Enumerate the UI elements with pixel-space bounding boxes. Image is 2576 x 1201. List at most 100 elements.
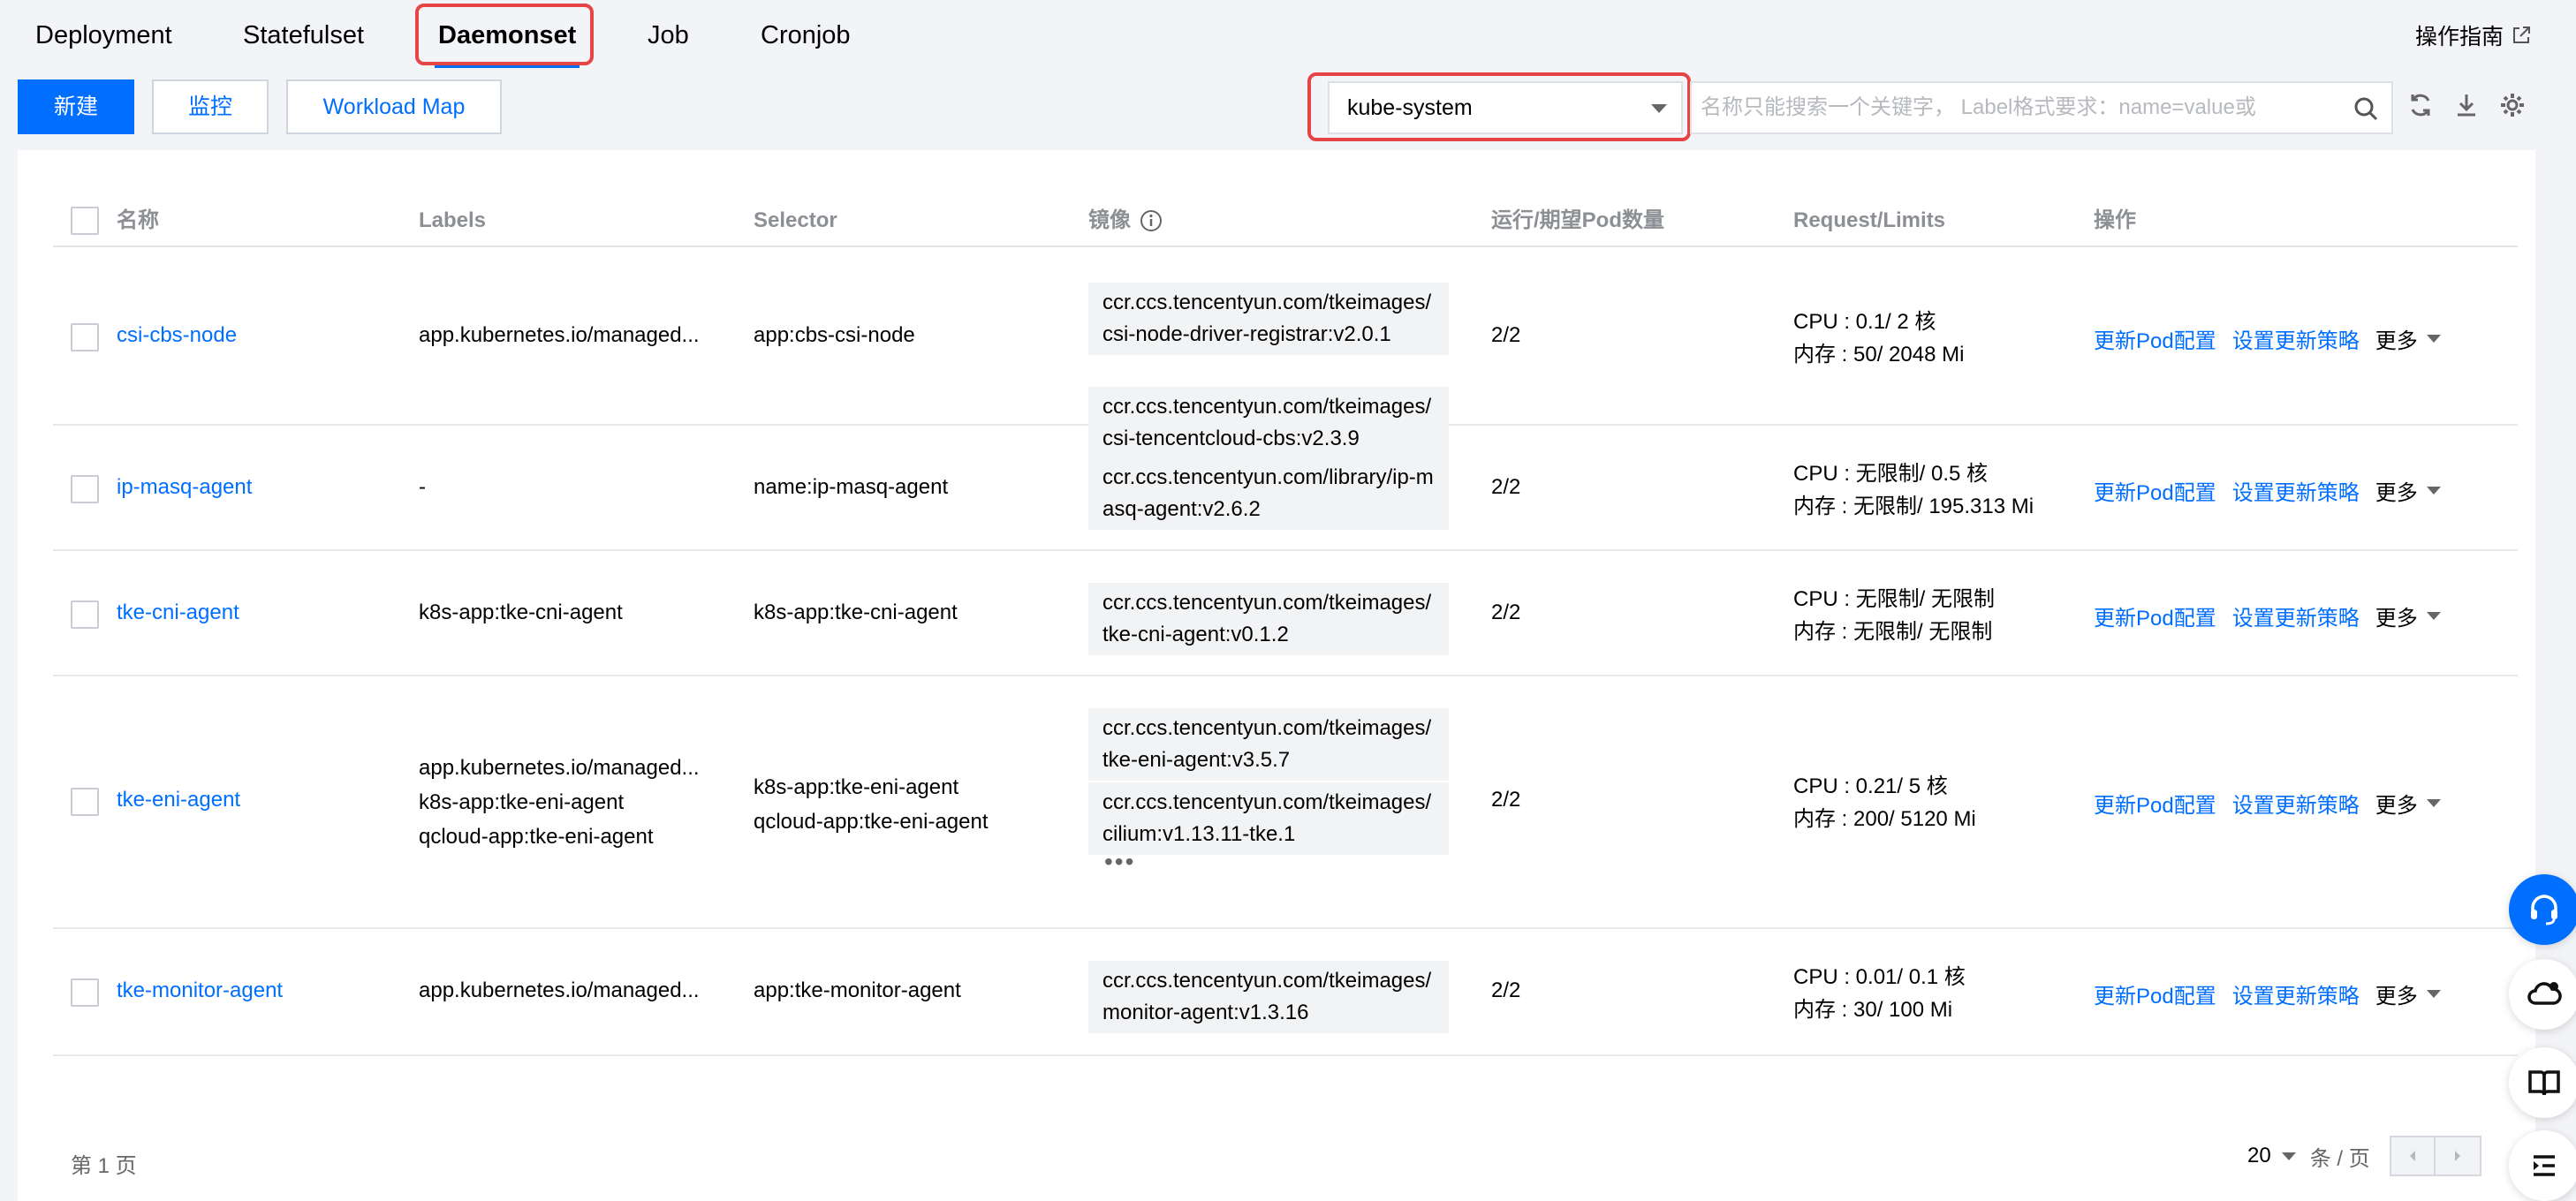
workload-name-link[interactable]: tke-monitor-agent bbox=[117, 978, 283, 1003]
info-icon[interactable] bbox=[1140, 209, 1163, 232]
update-pod-link[interactable]: 更新Pod配置 bbox=[2094, 600, 2216, 631]
workload-name-link[interactable]: tke-cni-agent bbox=[117, 600, 239, 625]
image-value: ccr.ccs.tencentyun.com/tkeimages/monitor… bbox=[1088, 961, 1449, 1033]
headset-icon bbox=[2531, 895, 2557, 925]
workload-tabs: Deployment Statefulset Daemonset Job Cro… bbox=[0, 0, 2576, 71]
row-actions: 更新Pod配置 设置更新策略 更多 bbox=[2094, 788, 2441, 819]
pod-count: 2/2 bbox=[1491, 323, 1521, 347]
labels-value: app.kubernetes.io/managed... bbox=[419, 323, 700, 347]
cpu-value: CPU : 0.1/ 2 核 bbox=[1793, 310, 1936, 334]
search-icon[interactable] bbox=[2352, 95, 2379, 122]
tab-deployment[interactable]: Deployment bbox=[35, 0, 172, 71]
more-dropdown[interactable]: 更多 bbox=[2375, 323, 2441, 354]
search-box bbox=[1690, 81, 2393, 134]
create-button[interactable]: 新建 bbox=[18, 79, 134, 134]
table-row: tke-monitor-agent app.kubernetes.io/mana… bbox=[53, 929, 2518, 1056]
namespace-select[interactable]: kube-system bbox=[1328, 81, 1683, 134]
more-images-button[interactable]: ••• bbox=[1104, 848, 1135, 876]
more-dropdown[interactable]: 更多 bbox=[2375, 600, 2441, 631]
more-dropdown[interactable]: 更多 bbox=[2375, 475, 2441, 506]
caret-down-icon bbox=[2426, 990, 2441, 998]
row-actions: 更新Pod配置 设置更新策略 更多 bbox=[2094, 323, 2441, 354]
namespace-value: kube-system bbox=[1347, 95, 1473, 120]
row-checkbox[interactable] bbox=[71, 788, 99, 816]
tab-cronjob[interactable]: Cronjob bbox=[761, 0, 851, 71]
pod-count: 2/2 bbox=[1491, 475, 1521, 499]
resources-value: CPU : 0.01/ 0.1 核 内存 : 30/ 100 Mi bbox=[1793, 961, 1966, 1026]
prev-page-button[interactable] bbox=[2389, 1136, 2436, 1176]
header-labels: Labels bbox=[419, 208, 487, 232]
row-checkbox[interactable] bbox=[71, 475, 99, 503]
header-resources: Request/Limits bbox=[1793, 208, 1946, 232]
more-label: 更多 bbox=[2375, 794, 2418, 818]
docs-button[interactable] bbox=[2509, 1047, 2576, 1118]
mem-value: 内存 : 200/ 5120 Mi bbox=[1793, 807, 1976, 831]
labels-value: app.kubernetes.io/managed... k8s-app:tke… bbox=[419, 751, 700, 854]
workload-name-link[interactable]: ip-masq-agent bbox=[117, 475, 252, 500]
support-button[interactable] bbox=[2509, 874, 2576, 945]
gear-icon[interactable] bbox=[2498, 91, 2527, 119]
more-label: 更多 bbox=[2375, 481, 2418, 505]
download-icon[interactable] bbox=[2452, 91, 2481, 119]
row-actions: 更新Pod配置 设置更新策略 更多 bbox=[2094, 600, 2441, 631]
caret-down-icon bbox=[2281, 1152, 2296, 1160]
tab-statefulset[interactable]: Statefulset bbox=[243, 0, 364, 71]
page-size-select[interactable]: 20 bbox=[2247, 1144, 2296, 1168]
table-row: tke-cni-agent k8s-app:tke-cni-agent k8s-… bbox=[53, 551, 2518, 676]
tab-job[interactable]: Job bbox=[648, 0, 689, 71]
row-checkbox[interactable] bbox=[71, 978, 99, 1007]
selector-value: app:tke-monitor-agent bbox=[754, 978, 961, 1002]
more-dropdown[interactable]: 更多 bbox=[2375, 788, 2441, 819]
header-image-label: 镜像 bbox=[1088, 208, 1131, 232]
pager: 20 条 / 页 bbox=[2247, 1136, 2481, 1176]
update-strategy-link[interactable]: 设置更新策略 bbox=[2232, 788, 2360, 819]
image-value: ccr.ccs.tencentyun.com/library/ip-masq-a… bbox=[1088, 457, 1449, 530]
cpu-value: CPU : 无限制/ 0.5 核 bbox=[1793, 462, 1989, 486]
image-value: ccr.ccs.tencentyun.com/tkeimages/csi-nod… bbox=[1088, 283, 1449, 355]
update-strategy-link[interactable]: 设置更新策略 bbox=[2232, 475, 2360, 506]
search-input[interactable] bbox=[1701, 84, 2337, 132]
monitor-button[interactable]: 监控 bbox=[152, 79, 269, 134]
refresh-icon[interactable] bbox=[2406, 91, 2435, 119]
image-value: ccr.ccs.tencentyun.com/tkeimages/tke-eni… bbox=[1088, 708, 1449, 781]
select-all-checkbox[interactable] bbox=[71, 207, 99, 235]
page-size-value: 20 bbox=[2247, 1144, 2271, 1167]
cpu-value: CPU : 0.21/ 5 核 bbox=[1793, 774, 1948, 798]
label-item: app.kubernetes.io/managed... bbox=[419, 756, 700, 780]
tab-highlight-box bbox=[415, 4, 594, 65]
more-dropdown[interactable]: 更多 bbox=[2375, 978, 2441, 1009]
more-label: 更多 bbox=[2375, 607, 2418, 631]
cloud-alert-button[interactable] bbox=[2509, 959, 2576, 1030]
caret-down-icon bbox=[2426, 799, 2441, 807]
selector-value: name:ip-masq-agent bbox=[754, 475, 949, 499]
row-checkbox[interactable] bbox=[71, 600, 99, 629]
workload-name-link[interactable]: tke-eni-agent bbox=[117, 788, 240, 812]
more-label: 更多 bbox=[2375, 329, 2418, 353]
update-pod-link[interactable]: 更新Pod配置 bbox=[2094, 323, 2216, 354]
caret-down-icon bbox=[2426, 335, 2441, 343]
resources-value: CPU : 0.21/ 5 核 内存 : 200/ 5120 Mi bbox=[1793, 770, 1976, 835]
row-actions: 更新Pod配置 设置更新策略 更多 bbox=[2094, 978, 2441, 1009]
update-strategy-link[interactable]: 设置更新策略 bbox=[2232, 600, 2360, 631]
selector-value: app:cbs-csi-node bbox=[754, 323, 915, 347]
image-value: ccr.ccs.tencentyun.com/tkeimages/tke-cni… bbox=[1088, 583, 1449, 655]
cloud-icon bbox=[2527, 982, 2562, 1005]
update-strategy-link[interactable]: 设置更新策略 bbox=[2232, 323, 2360, 354]
row-checkbox[interactable] bbox=[71, 323, 99, 351]
workload-name-link[interactable]: csi-cbs-node bbox=[117, 323, 237, 348]
labels-value: - bbox=[419, 475, 426, 499]
update-strategy-link[interactable]: 设置更新策略 bbox=[2232, 978, 2360, 1009]
outline-button[interactable] bbox=[2509, 1130, 2576, 1201]
workload-map-button[interactable]: Workload Map bbox=[286, 79, 502, 134]
mem-value: 内存 : 无限制/ 无限制 bbox=[1793, 620, 1993, 644]
update-pod-link[interactable]: 更新Pod配置 bbox=[2094, 475, 2216, 506]
book-icon bbox=[2528, 1070, 2560, 1096]
header-pods: 运行/期望Pod数量 bbox=[1491, 208, 1664, 232]
update-pod-link[interactable]: 更新Pod配置 bbox=[2094, 978, 2216, 1009]
selector-value: k8s-app:tke-eni-agent qcloud-app:tke-eni… bbox=[754, 770, 989, 839]
label-item: k8s-app:tke-eni-agent bbox=[419, 790, 625, 814]
label-item: qcloud-app:tke-eni-agent bbox=[419, 825, 654, 849]
next-page-button[interactable] bbox=[2435, 1136, 2481, 1176]
guide-link[interactable]: 操作指南 bbox=[2415, 19, 2532, 51]
update-pod-link[interactable]: 更新Pod配置 bbox=[2094, 788, 2216, 819]
